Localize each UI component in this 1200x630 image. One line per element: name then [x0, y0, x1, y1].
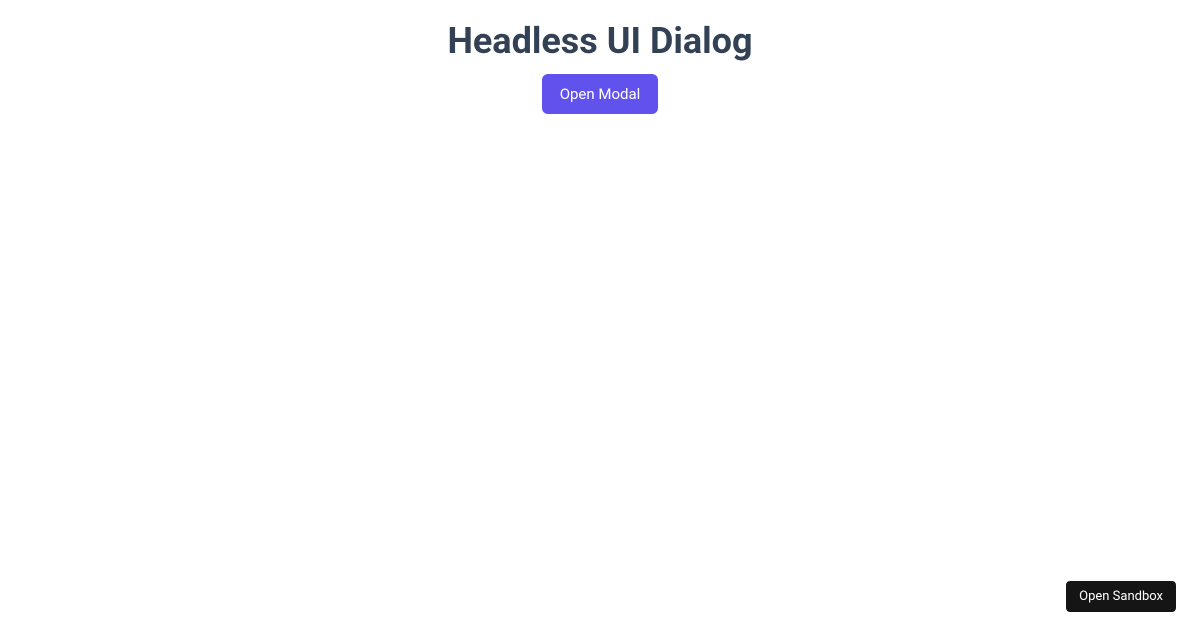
- main-container: Headless UI Dialog Open Modal: [0, 0, 1200, 114]
- page-title: Headless UI Dialog: [447, 20, 752, 62]
- open-modal-button[interactable]: Open Modal: [542, 74, 659, 114]
- open-sandbox-button[interactable]: Open Sandbox: [1066, 581, 1176, 612]
